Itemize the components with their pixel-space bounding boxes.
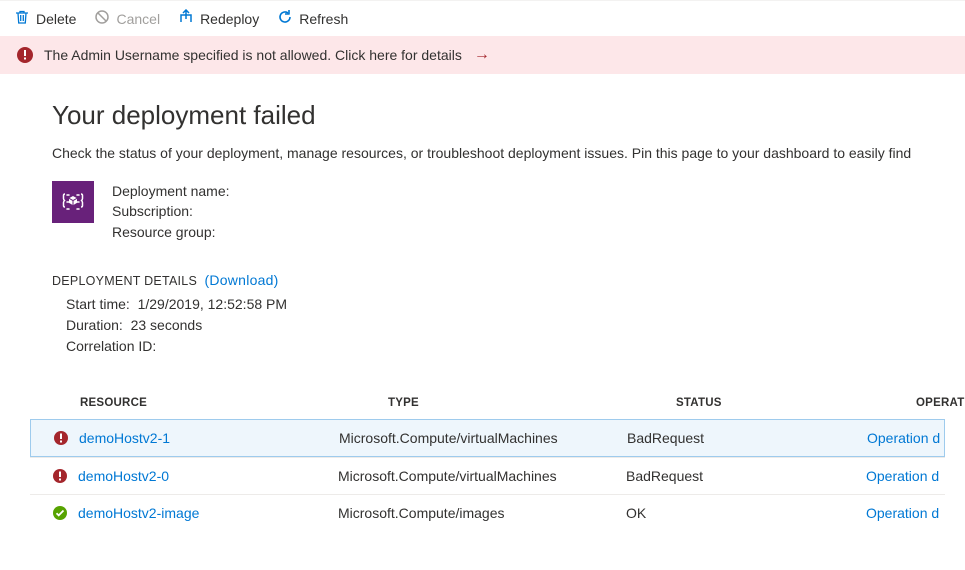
error-icon <box>53 430 69 446</box>
refresh-label: Refresh <box>299 11 348 27</box>
delete-button[interactable]: Delete <box>14 9 76 28</box>
error-icon <box>52 468 68 484</box>
resource-link[interactable]: demoHostv2-image <box>78 505 338 521</box>
arrow-right-icon: → <box>474 46 490 64</box>
resource-link[interactable]: demoHostv2-1 <box>79 430 339 446</box>
redeploy-icon <box>178 9 194 28</box>
cell-type: Microsoft.Compute/virtualMachines <box>338 468 626 484</box>
cancel-icon <box>94 9 110 28</box>
operation-details-link[interactable]: Operation d <box>866 505 965 521</box>
operation-details-link[interactable]: Operation d <box>867 430 965 446</box>
trash-icon <box>14 9 30 28</box>
resources-table: RESOURCE TYPE STATUS OPERATION D demoHos… <box>30 397 945 531</box>
cell-status: BadRequest <box>626 468 866 484</box>
deployment-details-section: DEPLOYMENT DETAILS (Download) Start time… <box>52 272 945 357</box>
cell-type: Microsoft.Compute/images <box>338 505 626 521</box>
error-banner[interactable]: The Admin Username specified is not allo… <box>0 36 965 74</box>
duration-value: 23 seconds <box>131 317 203 333</box>
resource-group-label: Resource group: <box>112 222 230 242</box>
redeploy-button[interactable]: Redeploy <box>178 9 259 28</box>
start-time-label: Start time: <box>66 296 130 312</box>
page-title: Your deployment failed <box>52 100 945 131</box>
content-area: Your deployment failed Check the status … <box>0 74 965 531</box>
table-row[interactable]: demoHostv2-1 Microsoft.Compute/virtualMa… <box>30 419 945 457</box>
redeploy-label: Redeploy <box>200 11 259 27</box>
subscription-label: Subscription: <box>112 201 230 221</box>
cell-status: BadRequest <box>627 430 867 446</box>
summary-labels: Deployment name: Subscription: Resource … <box>112 181 230 242</box>
col-resource: RESOURCE <box>80 397 388 409</box>
resource-link[interactable]: demoHostv2-0 <box>78 468 338 484</box>
cancel-button: Cancel <box>94 9 160 28</box>
download-link[interactable]: (Download) <box>205 272 279 288</box>
table-row[interactable]: demoHostv2-0 Microsoft.Compute/virtualMa… <box>30 457 945 494</box>
start-time-value: 1/29/2019, 12:52:58 PM <box>138 296 287 312</box>
table-row[interactable]: demoHostv2-image Microsoft.Compute/image… <box>30 494 945 531</box>
col-operation: OPERATION D <box>916 397 965 409</box>
cancel-label: Cancel <box>116 11 160 27</box>
deployment-name-label: Deployment name: <box>112 181 230 201</box>
error-message: The Admin Username specified is not allo… <box>44 47 462 63</box>
refresh-button[interactable]: Refresh <box>277 9 348 28</box>
operation-details-link[interactable]: Operation d <box>866 468 965 484</box>
table-header-row: RESOURCE TYPE STATUS OPERATION D <box>30 397 945 419</box>
col-type: TYPE <box>388 397 676 409</box>
command-bar: Delete Cancel Redeploy Refresh <box>0 0 965 36</box>
success-icon <box>52 505 68 521</box>
error-icon <box>16 46 34 64</box>
refresh-icon <box>277 9 293 28</box>
cell-type: Microsoft.Compute/virtualMachines <box>339 430 627 446</box>
page-subtitle: Check the status of your deployment, man… <box>52 145 945 161</box>
deployment-details-heading: DEPLOYMENT DETAILS <box>52 274 197 288</box>
col-status: STATUS <box>676 397 916 409</box>
deployment-summary: Deployment name: Subscription: Resource … <box>52 181 945 242</box>
correlation-id-label: Correlation ID: <box>66 338 156 354</box>
cell-status: OK <box>626 505 866 521</box>
delete-label: Delete <box>36 11 76 27</box>
template-cube-icon <box>52 181 94 223</box>
duration-label: Duration: <box>66 317 123 333</box>
